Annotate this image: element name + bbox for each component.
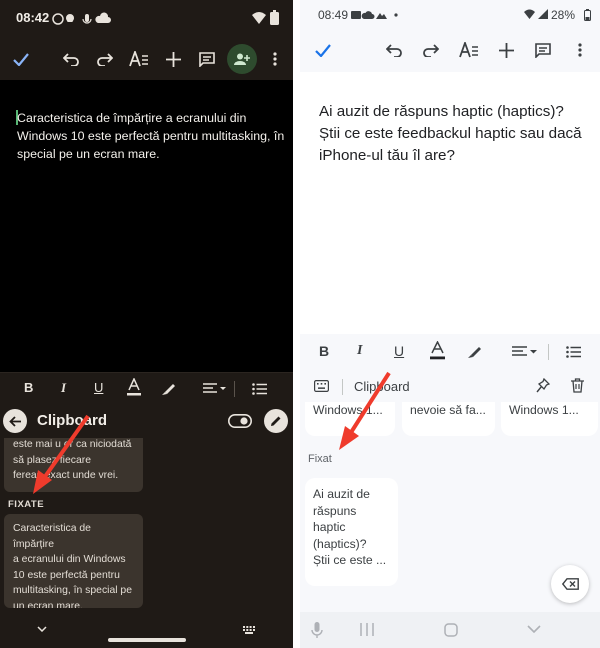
bold-icon[interactable]: B — [319, 343, 329, 359]
clipboard-pinned-card[interactable]: Ai auzit de răspuns haptic (haptics)? Șt… — [305, 478, 398, 586]
undo-icon[interactable] — [383, 39, 405, 61]
clipboard-panel: este mai u or ca niciodată să plasez fie… — [0, 438, 293, 616]
clip-line: Știi ce este ... — [313, 553, 387, 567]
battery-icon — [584, 9, 591, 21]
highlight-icon[interactable] — [468, 344, 482, 358]
back-arrow-icon[interactable] — [3, 409, 27, 433]
home-gesture-pill[interactable] — [108, 638, 186, 642]
battery-percent: 28% — [551, 8, 576, 22]
left-screenshot: 08:42 Caracteristica de împărțire a ecra… — [0, 0, 293, 648]
clip-line: 10 este perfectă pentru — [13, 569, 120, 581]
wifi-icon — [252, 12, 266, 24]
format-divider — [548, 344, 549, 360]
clipboard-header: Clipboard — [300, 370, 600, 402]
document-text[interactable]: Caracteristica de împărțire a ecranului … — [17, 109, 285, 163]
italic-icon[interactable]: I — [357, 343, 362, 359]
backspace-icon — [561, 578, 579, 590]
clip-line: un ecran mare. — [13, 600, 83, 609]
pinned-section-label: Fixat — [308, 453, 332, 465]
bold-icon[interactable]: B — [24, 380, 33, 395]
text-color-icon[interactable] — [430, 341, 445, 360]
align-icon[interactable] — [512, 346, 538, 358]
comment-icon[interactable] — [532, 39, 554, 61]
pin-icon[interactable] — [536, 378, 550, 393]
status-bar: 08:49 28% — [300, 0, 600, 30]
align-icon[interactable] — [203, 383, 227, 395]
docs-toolbar — [0, 40, 293, 80]
header-divider — [342, 379, 343, 395]
clip-line: haptic — [313, 520, 346, 534]
keyboard-collapse-icon[interactable] — [37, 626, 47, 632]
clipboard-recent-card[interactable]: este mai u or ca niciodată să plasez fie… — [4, 438, 143, 492]
document-area[interactable]: Ai auzit de răspuns haptic (haptics)? Șt… — [300, 72, 600, 334]
underline-icon[interactable]: U — [94, 380, 103, 395]
clip-line: Ai auzit de — [313, 487, 370, 501]
redo-icon[interactable] — [94, 48, 116, 70]
check-icon[interactable] — [10, 48, 32, 70]
add-person-icon[interactable] — [227, 44, 257, 74]
text-format-icon[interactable] — [456, 39, 482, 61]
document-area[interactable]: Caracteristica de împărțire a ecranului … — [0, 80, 293, 370]
clipboard-recent-card[interactable]: Windows 1... — [305, 402, 395, 436]
clip-line: multitasking, în special pe — [13, 585, 132, 596]
clipboard-recent-card[interactable]: nevoie să fa... — [402, 402, 495, 436]
keyboard-switch-icon[interactable] — [243, 626, 255, 634]
add-icon[interactable] — [162, 48, 184, 70]
clip-line: răspuns — [313, 503, 357, 518]
pinned-section-label: FIXATE — [8, 499, 45, 510]
docs-toolbar — [300, 30, 600, 72]
backspace-button[interactable] — [551, 565, 589, 603]
clip-line: (haptics)? — [313, 536, 367, 551]
clip-line: să plasez fiecare — [13, 454, 91, 466]
status-time: 08:42 — [16, 10, 50, 25]
text-format-icon[interactable] — [127, 48, 151, 70]
chevron-down-icon[interactable] — [527, 625, 541, 633]
clip-line: a ecranului din Windows — [13, 554, 126, 565]
edit-pencil-icon[interactable] — [264, 409, 288, 433]
comment-icon[interactable] — [196, 48, 218, 70]
format-divider — [234, 381, 235, 397]
format-bar: B I U — [300, 334, 600, 370]
navigation-bar — [0, 616, 293, 648]
add-icon[interactable] — [495, 39, 517, 61]
highlight-icon[interactable] — [162, 381, 176, 395]
right-screenshot: 08:49 28% Ai auzit de răspuns haptic (ha… — [300, 0, 600, 648]
italic-icon[interactable]: I — [61, 380, 66, 396]
text-color-icon[interactable] — [127, 378, 141, 396]
underline-icon[interactable]: U — [394, 343, 404, 359]
more-icon[interactable] — [570, 39, 590, 61]
check-icon[interactable] — [312, 39, 334, 61]
notification-icons — [351, 10, 401, 20]
status-time: 08:49 — [318, 8, 349, 22]
clipboard-pinned-card[interactable]: Caracteristica de împărțire a ecranului … — [4, 514, 143, 608]
document-text[interactable]: Ai auzit de răspuns haptic (haptics)? Șt… — [319, 101, 587, 167]
clip-line: Caracteristica de împărțire — [13, 523, 91, 550]
clip-line: este mai u or ca niciodată — [13, 439, 132, 450]
notification-icons — [52, 12, 112, 26]
home-icon[interactable] — [444, 623, 458, 637]
clipboard-header: Clipboard — [0, 404, 293, 438]
redo-icon[interactable] — [420, 39, 442, 61]
undo-icon[interactable] — [60, 48, 82, 70]
signal-icons — [524, 9, 548, 20]
status-bar: 08:42 — [0, 0, 293, 40]
more-icon[interactable] — [265, 48, 285, 70]
clip-line: fereas exact unde vrei. — [13, 470, 119, 481]
list-icon[interactable] — [252, 383, 267, 395]
navigation-bar — [300, 612, 600, 648]
clipboard-recent-card[interactable]: Windows 1... — [501, 402, 598, 436]
battery-icon — [270, 10, 279, 25]
toggle-icon[interactable] — [228, 411, 252, 431]
microphone-icon[interactable] — [311, 622, 323, 639]
clipboard-title: Clipboard — [37, 412, 107, 429]
clipboard-title: Clipboard — [354, 379, 410, 394]
clipboard-panel: Windows 1... nevoie să fa... Windows 1..… — [300, 402, 600, 612]
format-bar: B I U — [0, 372, 293, 404]
keyboard-icon[interactable] — [314, 380, 329, 392]
delete-icon[interactable] — [571, 378, 584, 393]
list-icon[interactable] — [566, 346, 581, 358]
recent-apps-icon[interactable] — [360, 623, 374, 636]
